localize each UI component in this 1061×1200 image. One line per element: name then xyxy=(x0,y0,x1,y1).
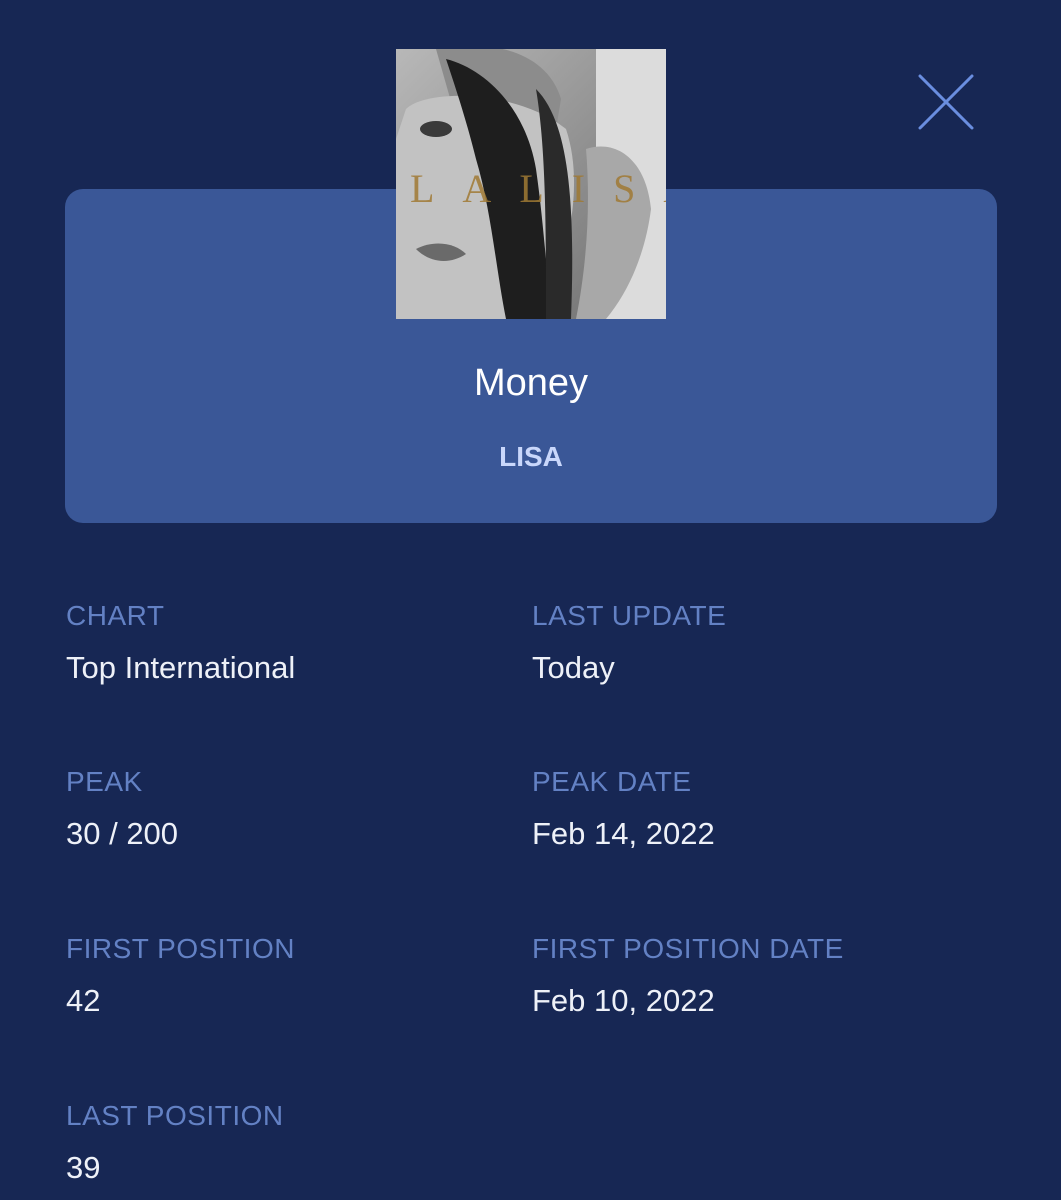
detail-peak-label: PEAK xyxy=(66,766,143,797)
detail-peak: PEAK 30 / 200 xyxy=(66,764,526,854)
detail-peak-value: 30 / 200 xyxy=(66,816,179,851)
song-artist[interactable]: LISA xyxy=(65,437,997,477)
song-title: Money xyxy=(473,362,589,404)
detail-last-position-label: LAST POSITION xyxy=(66,1100,284,1131)
detail-first-position-date: FIRST POSITION DATE Feb 10, 2022 xyxy=(532,931,992,1021)
detail-last-update: LAST UPDATE Today xyxy=(532,598,992,688)
detail-last-update-label: LAST UPDATE xyxy=(532,600,727,631)
detail-last-position: LAST POSITION 39 xyxy=(66,1098,526,1188)
detail-first-position-date-label: FIRST POSITION DATE xyxy=(532,933,844,964)
detail-first-position-label: FIRST POSITION xyxy=(66,933,295,964)
detail-first-position-value: 42 xyxy=(66,983,101,1018)
album-cover: LALISA xyxy=(396,49,666,319)
detail-chart-value: Top International xyxy=(66,650,296,685)
close-icon xyxy=(918,74,974,130)
album-cover-text: LALISA xyxy=(410,166,666,211)
detail-first-position-date-value: Feb 10, 2022 xyxy=(532,983,715,1018)
close-button[interactable] xyxy=(916,72,976,132)
song-detail-screen: LALISA Money LISA CHART Top Internationa… xyxy=(0,0,1061,1200)
detail-first-position: FIRST POSITION 42 xyxy=(66,931,526,1021)
detail-peak-date: PEAK DATE Feb 14, 2022 xyxy=(532,764,992,854)
detail-chart: CHART Top International xyxy=(66,598,526,688)
detail-last-update-value: Today xyxy=(532,650,615,685)
detail-peak-date-value: Feb 14, 2022 xyxy=(532,816,715,851)
detail-peak-date-label: PEAK DATE xyxy=(532,766,692,797)
detail-chart-label: CHART xyxy=(66,600,165,631)
detail-last-position-value: 39 xyxy=(66,1150,101,1185)
